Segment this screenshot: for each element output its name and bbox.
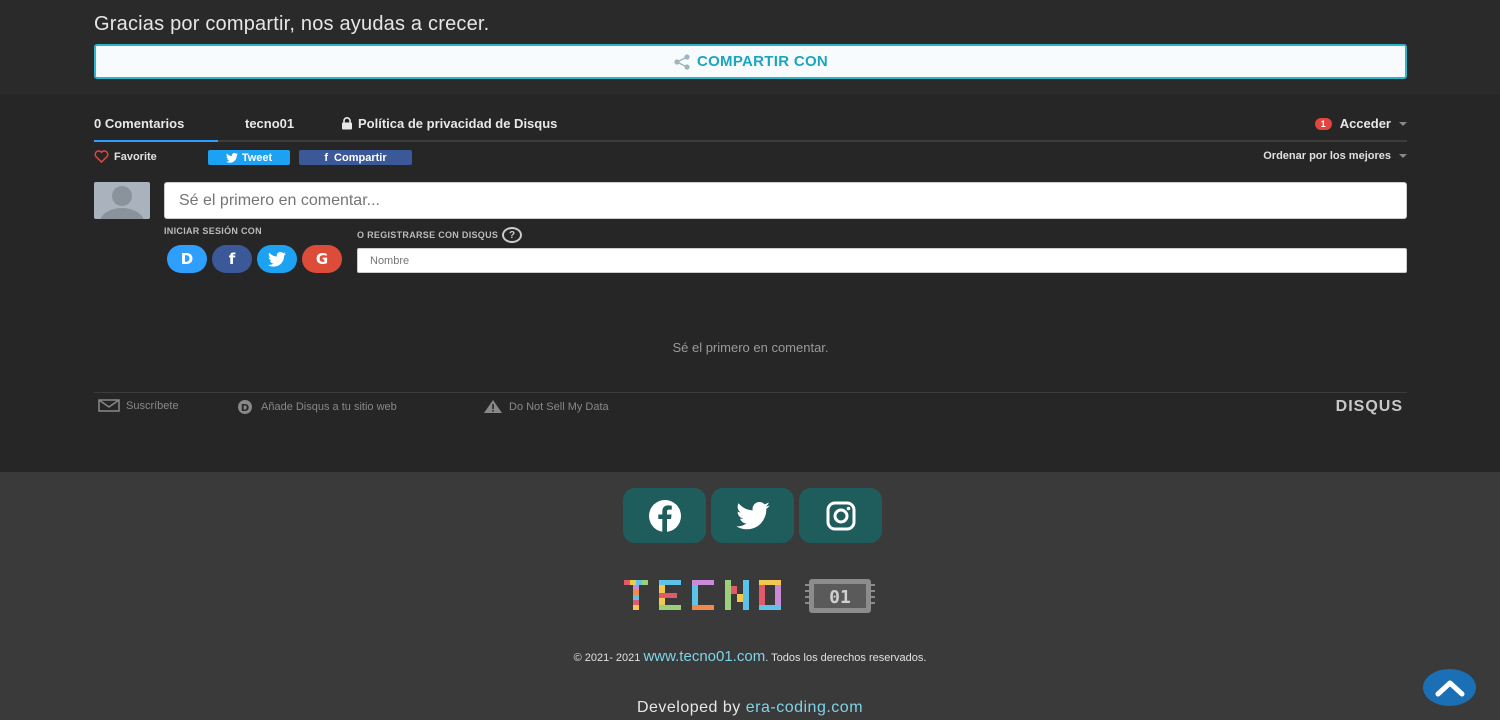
instagram-link[interactable] [799, 488, 882, 543]
facebook-link[interactable] [623, 488, 706, 543]
active-tab-indicator [94, 140, 218, 142]
name-field[interactable] [357, 248, 1407, 273]
site-footer: 01 © 2021- 2021 www.tecno01.com. Todos l… [0, 472, 1500, 720]
tweet-label: Tweet [241, 151, 273, 164]
avatar [94, 182, 150, 219]
comment-input[interactable] [164, 182, 1407, 219]
tab-comments[interactable]: 0 Comentarios [94, 116, 184, 131]
subscribe-label: Suscríbete [126, 399, 179, 412]
footer-social-links [623, 488, 882, 543]
disqus-icon: D [180, 250, 194, 268]
heart-icon [94, 150, 109, 163]
do-not-sell-link[interactable]: Do Not Sell My Data [483, 399, 609, 414]
svg-text:01: 01 [829, 587, 851, 608]
facebook-share-button[interactable]: f Compartir [299, 150, 412, 165]
favorite-button[interactable]: Favorite [94, 150, 157, 163]
twitter-link[interactable] [711, 488, 794, 543]
twitter-icon [735, 501, 770, 529]
chevron-down-icon [1399, 121, 1407, 126]
subscribe-link[interactable]: Suscríbete [98, 399, 179, 412]
help-icon[interactable]: ? [502, 227, 523, 243]
disqus-logo[interactable]: DISQUS [1336, 398, 1403, 416]
developed-prefix: Developed by [636, 699, 741, 716]
twitter-bird-icon [225, 152, 238, 163]
instagram-icon [826, 501, 855, 530]
social-login-buttons: D f G [167, 245, 342, 273]
share-button[interactable]: COMPARTIR CON [94, 44, 1407, 79]
lock-icon [342, 117, 352, 130]
thread-actions: Favorite Tweet f Compartir Ordenar por l… [94, 150, 1407, 166]
disqus-thread: 0 Comentarios tecno01 Política de privac… [94, 94, 1407, 472]
share-button-label: COMPARTIR CON [696, 53, 829, 70]
add-disqus-link[interactable]: D Añade Disqus a tu sitio web [235, 399, 397, 415]
sort-dropdown[interactable]: Ordenar por los mejores [1263, 150, 1407, 162]
twitter-login-button[interactable] [257, 245, 297, 273]
chevron-down-icon [1399, 154, 1407, 158]
copyright-suffix: . Todos los derechos reservados. [765, 652, 927, 664]
privacy-label: Política de privacidad de Disqus [358, 116, 558, 131]
copyright-prefix: © 2021- 2021 [573, 652, 641, 664]
share-title: Gracias por compartir, nos ayudas a crec… [94, 13, 490, 35]
site-link[interactable]: www.tecno01.com [643, 648, 765, 665]
copyright: © 2021- 2021 www.tecno01.com. Todos los … [0, 648, 1500, 665]
scroll-to-top-button[interactable] [1423, 669, 1476, 706]
disqus-login-button[interactable]: D [167, 245, 207, 273]
login-with-label: INICIAR SESIÓN CON [164, 226, 262, 236]
tecno01-logo[interactable]: 01 [623, 576, 877, 620]
disqus-d-icon: D [238, 400, 252, 414]
register-label: O REGISTRARSE CON DISQUS ? [357, 227, 523, 243]
facebook-share-label: Compartir [334, 151, 387, 164]
facebook-icon: f [324, 151, 329, 164]
tweet-button[interactable]: Tweet [208, 150, 290, 165]
tecno01-logo-graphic: 01 [624, 579, 875, 613]
mail-icon [98, 399, 120, 412]
tab-community[interactable]: tecno01 [245, 116, 294, 131]
notification-badge: 1 [1314, 117, 1332, 130]
favorite-label: Favorite [114, 150, 157, 163]
register-text: O REGISTRARSE CON DISQUS [357, 230, 499, 240]
google-login-button[interactable]: G [302, 245, 342, 273]
developer-link[interactable]: era-coding.com [746, 699, 863, 716]
svg-text:D: D [241, 403, 249, 414]
facebook-icon: f [228, 250, 236, 268]
google-icon: G [315, 250, 329, 268]
facebook-login-button[interactable]: f [212, 245, 252, 273]
add-disqus-label: Añade Disqus a tu sitio web [261, 401, 397, 413]
share-section: Gracias por compartir, nos ayudas a crec… [0, 0, 1500, 94]
share-icon [674, 53, 690, 70]
empty-comments-message: Sé el primero en comentar. [672, 340, 829, 355]
twitter-icon [268, 251, 286, 267]
user-avatar-icon [100, 186, 144, 219]
privacy-link[interactable]: Política de privacidad de Disqus [341, 116, 557, 131]
facebook-icon [648, 499, 681, 532]
chevron-up-icon [1435, 680, 1464, 696]
warning-icon [484, 400, 502, 413]
disqus-footer-divider [94, 392, 1407, 393]
sort-label: Ordenar por los mejores [1263, 150, 1391, 162]
developer-credit: Developed by era-coding.com [0, 699, 1500, 717]
disqus-nav: 0 Comentarios tecno01 Política de privac… [94, 114, 1407, 142]
login-menu[interactable]: 1 Acceder [1314, 116, 1407, 131]
do-not-sell-label: Do Not Sell My Data [509, 400, 609, 413]
login-label: Acceder [1339, 116, 1391, 131]
